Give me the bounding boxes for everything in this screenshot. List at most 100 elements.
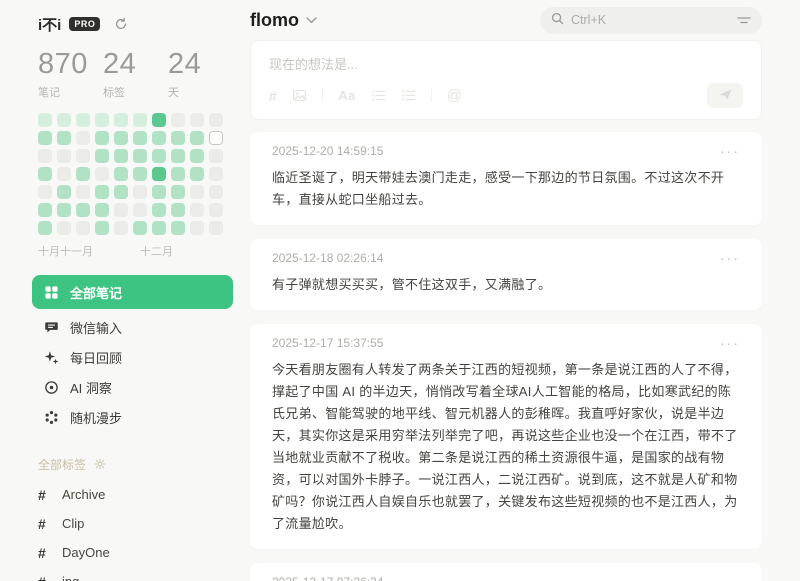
heatmap-cell [114,113,128,127]
heatmap-cell [95,113,109,127]
search-placeholder: Ctrl+K [571,13,606,27]
search-icon [551,12,564,28]
note-card: 2025-12-18 02:26:14···有子弹就想买买买，管不住这双手，又满… [250,239,762,310]
note-header: 2025-12-20 14:59:15 ··· [272,144,740,158]
heatmap-cell [95,203,109,217]
hash-icon: # [38,516,50,532]
note-body: 有子弹就想买买买，管不住这双手，又满融了。 [272,274,740,296]
workspace-switcher[interactable]: flomo [250,10,317,31]
heatmap-cell [171,131,185,145]
more-icon[interactable]: ··· [720,251,740,265]
heatmap-cell [57,167,71,181]
heatmap-cell [209,149,223,163]
image-icon[interactable] [292,88,307,103]
note-text: 今天看朋友圈有人转发了两条关于江西的短视频，第一条是说江西的人了不得，撑起了中国… [272,362,738,531]
note-text: 临近圣诞了，明天带娃去澳门走走，感受一下那边的节日氛围。不过这次不开车，直接从蛇… [272,170,724,207]
heatmap-cell [171,185,185,199]
gear-icon[interactable] [94,458,106,470]
sidebar-item-label: 每日回顾 [70,348,122,367]
heatmap-cell [209,221,223,235]
heatmap-cell [190,203,204,217]
stat-notes-label: 笔记 [38,84,103,100]
heatmap-cell [209,203,223,217]
heatmap-cell [76,113,90,127]
heatmap-cell [38,167,52,181]
user-name[interactable]: i不i [38,14,61,35]
heatmap-cell [57,131,71,145]
sidebar-item-chat[interactable]: 微信输入 [32,312,233,342]
heatmap-cell [133,167,147,181]
note-body: 今天看朋友圈有人转发了两条关于江西的短视频，第一条是说江西的人了不得，撑起了中国… [272,359,740,535]
tag-label: DayOne [62,545,110,560]
toolbar-divider [322,89,323,102]
heatmap-cell [152,185,166,199]
heatmap-cell [133,185,147,199]
heatmap-cell [76,167,90,181]
sidebar-item-insight[interactable]: AI 洞察 [32,372,233,402]
bullet-list-icon[interactable] [401,88,416,103]
heatmap-cell [171,113,185,127]
search-input[interactable]: Ctrl+K [540,7,762,34]
paper-plane-icon [718,88,733,104]
stat-days: 24 天 [168,48,233,100]
heatmap-cell [38,149,52,163]
composer-placeholder[interactable]: 现在的想法是... [269,54,743,83]
tag-item-dayone[interactable]: #DayOne [38,538,233,567]
insight-icon [43,380,59,395]
note-timestamp: 2025-12-17 15:37:55 [272,336,383,350]
tag-icon[interactable]: # [269,89,277,103]
stat-days-value: 24 [168,48,233,81]
note-timestamp: 2025-12-20 14:59:15 [272,144,383,158]
heatmap-cell [209,167,223,181]
more-icon[interactable]: ··· [720,144,740,158]
ordered-list-icon[interactable] [371,88,386,103]
sidebar-item-grid[interactable]: 全部笔记 [32,275,233,309]
heatmap-cell [190,167,204,181]
sidebar: i不i PRO 870 笔记 24 标签 24 天 十月十一月 十二月 [0,0,250,581]
flomo-logo: flomo [250,10,299,31]
heatmap-cell [171,167,185,181]
tag-item-archive[interactable]: #Archive [38,480,233,509]
heatmap-cell [152,203,166,217]
heading-icon[interactable]: Aa [338,89,356,102]
sidebar-item-label: 随机漫步 [70,408,122,427]
more-icon[interactable]: ··· [720,575,740,581]
heatmap-cell [152,167,166,181]
sidebar-item-label: 微信输入 [70,318,122,337]
heatmap-cell [133,149,147,163]
heatmap-cell [114,203,128,217]
note-card: 2025-12-17 07:36:34···取消高考，恢复举孝廉多好！ 读 ww… [250,563,762,581]
note-card: 2025-12-20 14:59:15 ··· 临近圣诞了，明天带娃去澳门走走，感受… [250,132,762,225]
heatmap-cell [190,113,204,127]
tags-section-title: 全部标签 [38,456,86,473]
note-header: 2025-12-17 15:37:55 ··· [272,336,740,350]
note-text: 有子弹就想买买买，管不住这双手，又满融了。 [272,277,551,292]
heatmap-cell [209,113,223,127]
tag-item-clip[interactable]: # Clip [38,509,233,538]
main-area: flomo Ctrl+K 现在的想法是... # [250,0,800,581]
heatmap-cell [209,185,223,199]
stat-notes: 870 笔记 [38,48,103,100]
grid-icon [43,285,59,300]
heatmap-cell [114,221,128,235]
tag-label: Clip [62,516,84,531]
activity-heatmap [38,113,233,235]
topbar: flomo Ctrl+K [250,0,762,40]
stat-notes-value: 870 [38,48,103,81]
sidebar-item-walk[interactable]: 随机漫步 [32,402,233,432]
send-button[interactable] [707,83,743,108]
sidebar-item-label: 全部笔记 [70,283,122,302]
tag-item-ing[interactable]: #ing [38,567,233,581]
more-icon[interactable]: ··· [720,336,740,350]
heatmap-cell [38,203,52,217]
sidebar-item-sparkle[interactable]: 每日回顾 [32,342,233,372]
tags-section-header: 全部标签 [38,454,233,474]
mention-icon[interactable]: @ [447,88,463,103]
heatmap-month-labels: 十月十一月 十二月 [38,243,233,259]
tag-label: Archive [62,487,105,502]
heatmap-cell [76,149,90,163]
heatmap-cell [171,149,185,163]
sync-icon[interactable] [114,17,128,31]
heatmap-cell [76,131,90,145]
filter-icon[interactable] [737,15,751,25]
